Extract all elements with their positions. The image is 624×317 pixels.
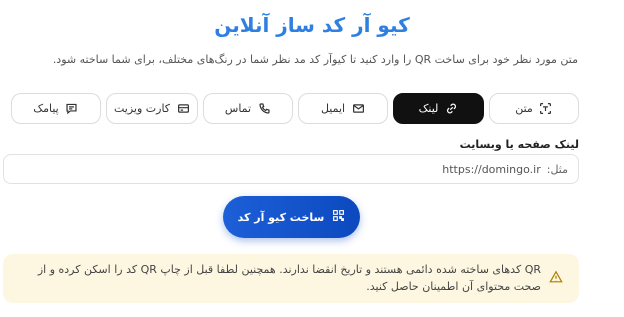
message-icon — [65, 102, 79, 116]
url-input[interactable]: https://domingo.ir مثل: — [3, 154, 579, 184]
tab-email-label: ایمیل — [320, 102, 346, 115]
notice-text: QR کدهای ساخته شده دائمی هستند و تاریخ ا… — [37, 263, 541, 293]
tab-link[interactable]: لینک — [393, 93, 484, 124]
generate-qr-button[interactable]: ساخت کیو آر کد — [223, 196, 360, 238]
info-notice: QR کدهای ساخته شده دائمی هستند و تاریخ ا… — [3, 254, 579, 303]
tab-sms-label: پیامک — [33, 102, 59, 115]
tab-business-card[interactable]: کارت ویزیت — [106, 93, 198, 124]
page-subtitle: متن مورد نظر خود برای ساخت QR را وارد کن… — [52, 53, 578, 66]
tab-contact-label: تماس — [224, 102, 252, 115]
warning-icon — [549, 269, 563, 288]
tab-business-card-label: کارت ویزیت — [113, 102, 171, 115]
tab-text[interactable]: متن — [489, 93, 579, 124]
tab-email[interactable]: ایمیل — [298, 93, 388, 124]
scan-text-icon — [539, 102, 553, 116]
url-placeholder-prefix: مثل: — [546, 162, 568, 176]
type-tabs: متن لینک ایمیل تماس کارت ویزیت پیامک — [3, 93, 579, 125]
tab-contact[interactable]: تماس — [203, 93, 293, 124]
card-icon — [176, 102, 190, 116]
url-field-label: لینک صفحه یا وبسایت — [459, 138, 579, 151]
qr-icon — [332, 209, 345, 225]
link-icon — [444, 102, 458, 116]
url-placeholder: https://domingo.ir — [442, 162, 541, 176]
tab-text-label: متن — [515, 102, 533, 115]
qr-generator-page: کیو آر کد ساز آنلاین متن مورد نظر خود بر… — [0, 0, 624, 317]
page-title: کیو آر کد ساز آنلاین — [214, 13, 410, 37]
phone-icon — [257, 102, 271, 116]
tab-sms[interactable]: پیامک — [11, 93, 101, 124]
tab-link-label: لینک — [418, 102, 439, 115]
mail-icon — [351, 102, 365, 116]
generate-qr-label: ساخت کیو آر کد — [237, 210, 325, 224]
